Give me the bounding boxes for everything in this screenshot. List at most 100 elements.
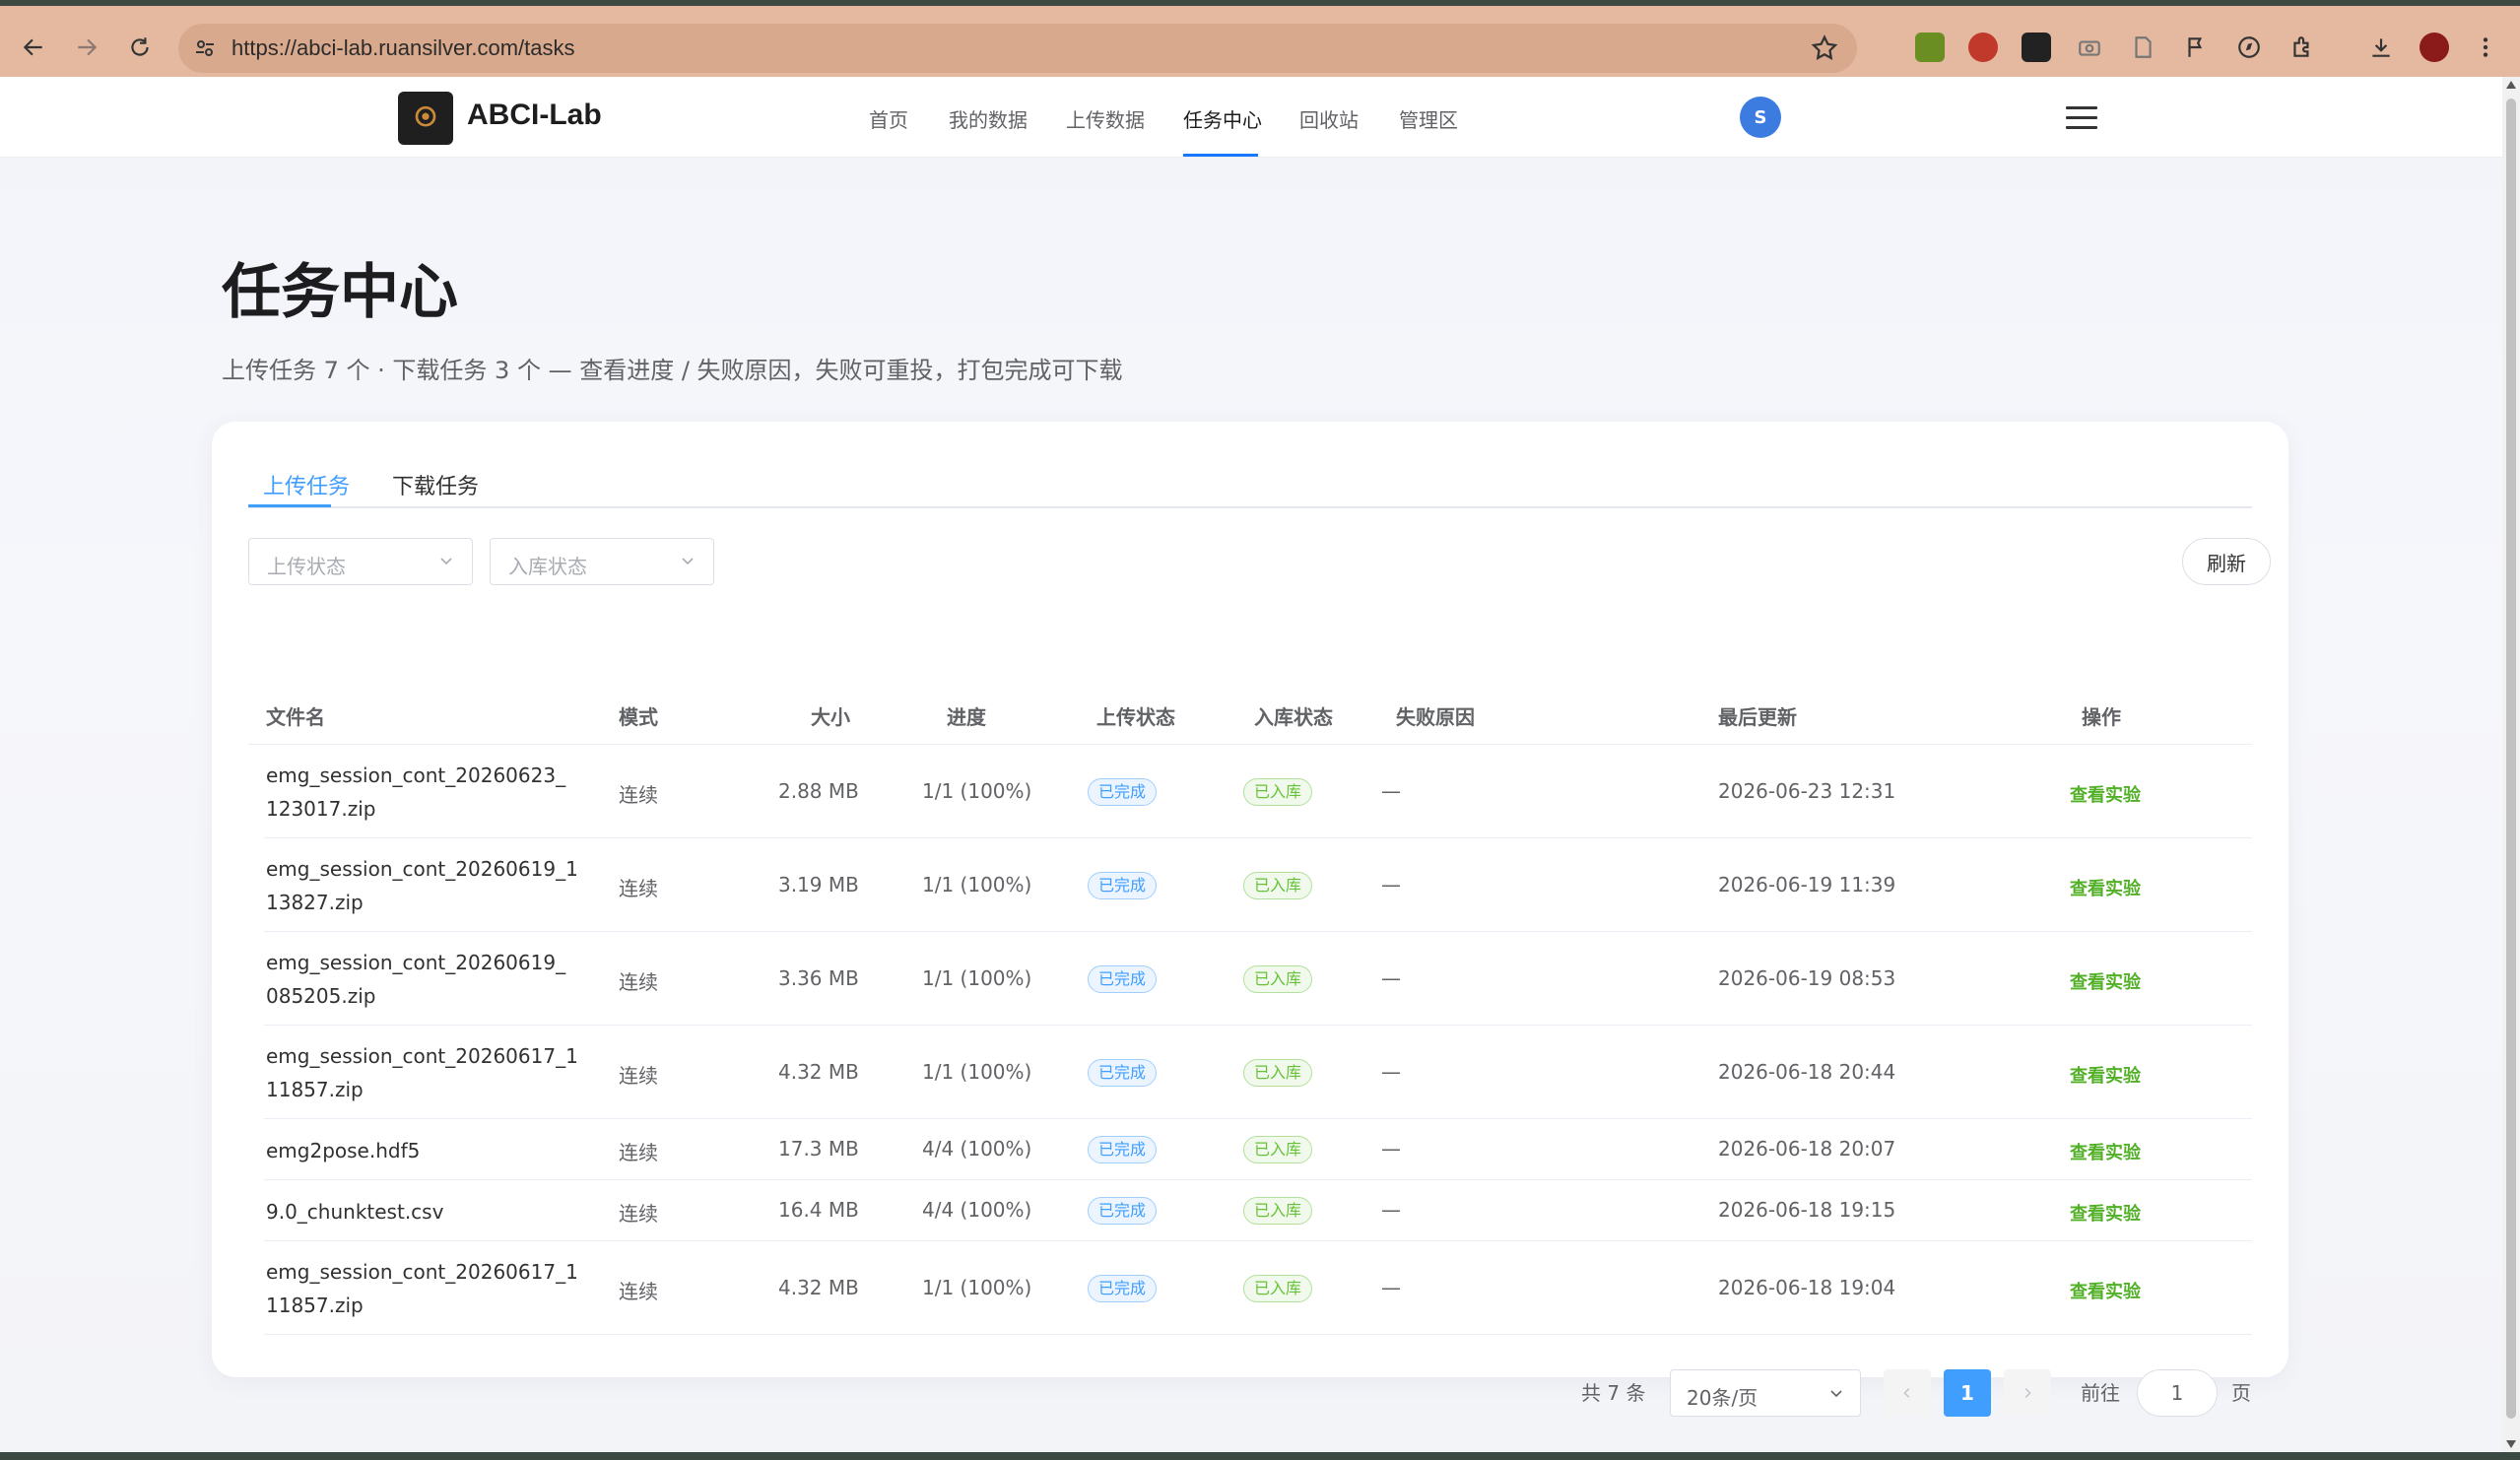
fail-reason-cell: — xyxy=(1381,1059,1401,1084)
view-experiment-link[interactable]: 查看实验 xyxy=(2070,1062,2141,1088)
progress-cell: 1/1 (100%) xyxy=(922,872,1032,896)
flag-extension-icon[interactable] xyxy=(2181,33,2211,62)
scroll-down-arrow-icon[interactable] xyxy=(2506,1440,2516,1448)
ingest-status-badge: 已入库 xyxy=(1243,1136,1313,1163)
mode-cell: 连续 xyxy=(619,969,658,994)
page-scrollbar[interactable] xyxy=(2502,77,2520,1452)
mode-cell: 连续 xyxy=(619,876,658,900)
mode-cell: 连续 xyxy=(619,1141,658,1164)
hamburger-menu-icon[interactable] xyxy=(2066,106,2097,130)
size-cell: 16.4 MB xyxy=(778,1198,859,1222)
column-header-progress: 进度 xyxy=(947,705,986,729)
task-card: 上传任务 下载任务 上传状态 入库状态 刷新 文件名 模式 大小 进度 上传状态… xyxy=(212,422,2288,1417)
filename-cell: emg_session_cont_20260623_ 123017.zip xyxy=(266,763,566,821)
view-experiment-link[interactable]: 查看实验 xyxy=(2070,1200,2141,1226)
column-header-mode: 模式 xyxy=(619,705,658,729)
table-row: emg_session_cont_20260617_1 11857.zip 连续 4… xyxy=(264,1026,2252,1119)
brand-name[interactable]: ABCI-Lab xyxy=(467,99,602,132)
puzzle-extensions-icon[interactable] xyxy=(2288,33,2317,62)
fail-reason-cell: — xyxy=(1381,1198,1401,1222)
view-experiment-link[interactable]: 查看实验 xyxy=(2070,1139,2141,1164)
last-updated-cell: 2026-06-19 08:53 xyxy=(1718,965,1896,990)
bookmark-star-icon[interactable] xyxy=(1810,33,1839,63)
goto-label: 前往 xyxy=(2081,1381,2120,1405)
upload-status-select[interactable]: 上传状态 xyxy=(248,538,473,585)
address-bar[interactable]: https://abci-lab.ruansilver.com/tasks xyxy=(178,24,1857,73)
browser-menu-icon[interactable] xyxy=(2471,33,2500,62)
size-cell: 2.88 MB xyxy=(778,778,859,803)
user-avatar[interactable]: S xyxy=(1740,97,1781,138)
tab-upload-tasks[interactable]: 上传任务 xyxy=(263,469,350,500)
mode-cell: 连续 xyxy=(619,1063,658,1088)
nav-active-indicator xyxy=(1183,154,1258,157)
progress-cell: 1/1 (100%) xyxy=(922,778,1032,803)
progress-cell: 4/4 (100%) xyxy=(922,1137,1032,1161)
document-extension-icon[interactable] xyxy=(2128,33,2157,62)
nav-item-upload[interactable]: 上传数据 xyxy=(1066,104,1145,133)
scroll-up-arrow-icon[interactable] xyxy=(2506,81,2516,89)
extension-2-icon[interactable] xyxy=(1968,33,1998,62)
progress-cell: 1/1 (100%) xyxy=(922,1059,1032,1084)
last-updated-cell: 2026-06-18 19:04 xyxy=(1718,1275,1896,1299)
ingest-status-badge: 已入库 xyxy=(1243,777,1313,806)
mode-cell: 连续 xyxy=(619,782,658,807)
profile-avatar-icon[interactable] xyxy=(2420,33,2449,62)
forward-button[interactable] xyxy=(67,28,106,67)
fail-reason-cell: — xyxy=(1381,1137,1401,1161)
last-updated-cell: 2026-06-18 20:07 xyxy=(1718,1137,1896,1161)
progress-cell: 1/1 (100%) xyxy=(922,965,1032,990)
table-row: emg_session_cont_20260617_1 11857.zip 连续 4… xyxy=(264,1241,2252,1335)
page-size-select[interactable]: 20条/页 xyxy=(1670,1369,1861,1417)
upload-status-badge: 已完成 xyxy=(1088,1197,1158,1225)
nav-item-task-center[interactable]: 任务中心 xyxy=(1183,104,1262,133)
upload-status-badge: 已完成 xyxy=(1088,1136,1158,1163)
column-header-fail-reason: 失败原因 xyxy=(1396,705,1475,729)
chevron-right-icon xyxy=(2024,1388,2031,1398)
column-header-upload-status: 上传状态 xyxy=(1096,705,1175,729)
refresh-button[interactable]: 刷新 xyxy=(2182,538,2271,585)
fail-reason-cell: — xyxy=(1381,1275,1401,1299)
chevron-down-icon xyxy=(1830,1390,1842,1398)
view-experiment-link[interactable]: 查看实验 xyxy=(2070,875,2141,900)
camera-extension-icon[interactable] xyxy=(2075,33,2104,62)
filename-cell: emg_session_cont_20260617_1 11857.zip xyxy=(266,1259,578,1317)
logo-icon[interactable] xyxy=(398,92,453,145)
compass-extension-icon[interactable] xyxy=(2234,33,2264,62)
site-info-icon[interactable] xyxy=(190,33,220,63)
reload-button[interactable] xyxy=(120,28,160,67)
filename-cell: emg_session_cont_20260619_1 13827.zip xyxy=(266,856,578,914)
extension-3-icon[interactable] xyxy=(2022,33,2051,62)
view-experiment-link[interactable]: 查看实验 xyxy=(2070,781,2141,807)
ingest-status-select[interactable]: 入库状态 xyxy=(490,538,714,585)
size-cell: 3.19 MB xyxy=(778,872,859,896)
table-row: emg_session_cont_20260619_ 085205.zip 连续 3… xyxy=(264,932,2252,1026)
view-experiment-link[interactable]: 查看实验 xyxy=(2070,968,2141,994)
nav-item-my-data[interactable]: 我的数据 xyxy=(949,104,1028,133)
last-updated-cell: 2026-06-18 19:15 xyxy=(1718,1198,1896,1222)
download-icon[interactable] xyxy=(2366,33,2396,62)
last-updated-cell: 2026-06-19 11:39 xyxy=(1718,872,1896,896)
upload-status-badge: 已完成 xyxy=(1088,777,1158,806)
nav-item-home[interactable]: 首页 xyxy=(869,104,908,133)
back-button[interactable] xyxy=(14,28,53,67)
arrow-right-icon xyxy=(78,38,98,56)
ingest-status-badge: 已入库 xyxy=(1243,1274,1313,1302)
filename-cell: emg2pose.hdf5 xyxy=(266,1139,421,1162)
scrollbar-thumb[interactable] xyxy=(2506,99,2516,1419)
task-tabs: 上传任务 下载任务 xyxy=(248,461,2252,508)
page-subtitle: 上传任务 7 个 · 下载任务 3 个 — 查看进度 / 失败原因，失败可重投，… xyxy=(222,357,1123,384)
page-size-value: 20条/页 xyxy=(1687,1386,1758,1410)
nav-item-admin[interactable]: 管理区 xyxy=(1399,104,1458,133)
next-page-button[interactable] xyxy=(2004,1369,2051,1417)
column-header-actions: 操作 xyxy=(2082,705,2121,729)
prev-page-button[interactable] xyxy=(1884,1369,1931,1417)
extension-1-icon[interactable] xyxy=(1915,33,1945,62)
goto-page-input[interactable]: 1 xyxy=(2137,1369,2218,1417)
url-text: https://abci-lab.ruansilver.com/tasks xyxy=(232,35,575,60)
mode-cell: 连续 xyxy=(619,1202,658,1226)
chevron-left-icon xyxy=(1903,1388,1910,1398)
view-experiment-link[interactable]: 查看实验 xyxy=(2070,1278,2141,1303)
nav-item-recycle-bin[interactable]: 回收站 xyxy=(1299,104,1359,133)
page-number-current[interactable]: 1 xyxy=(1944,1369,1991,1417)
tab-download-tasks[interactable]: 下载任务 xyxy=(392,469,479,500)
